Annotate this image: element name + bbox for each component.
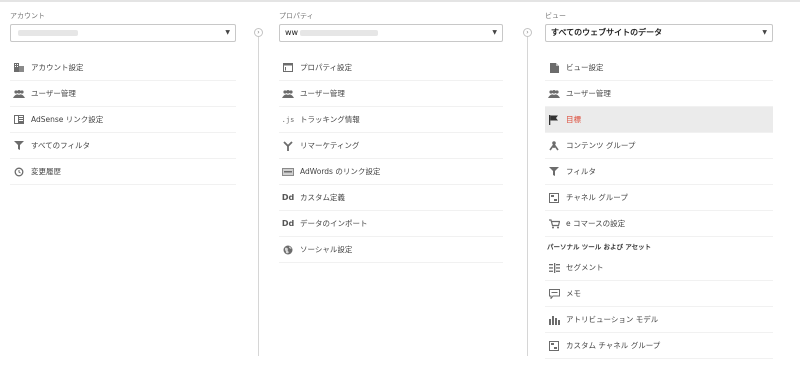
property-icon bbox=[282, 63, 294, 73]
adwords-link-settings[interactable]: AdWords のリンク設定 bbox=[279, 159, 503, 185]
content-group-icon bbox=[548, 140, 560, 151]
property-item-label: ソーシャル設定 bbox=[300, 245, 353, 254]
history-icon bbox=[13, 167, 25, 177]
property-menu: プロパティ設定 ユーザー管理 .js トラッキング情報 リマーケティング AdW… bbox=[279, 55, 503, 263]
account-item-label: 変更履歴 bbox=[31, 167, 61, 176]
custom-definitions-link[interactable]: Dd カスタム定義 bbox=[279, 185, 503, 211]
segment-icon bbox=[548, 262, 560, 273]
view-item-label: メモ bbox=[566, 289, 581, 298]
tracking-info-link[interactable]: .js トラッキング情報 bbox=[279, 107, 503, 133]
property-select[interactable]: ww ▼ bbox=[279, 24, 503, 42]
view-item-label: ビュー設定 bbox=[566, 63, 604, 72]
property-item-label: リマーケティング bbox=[300, 141, 360, 150]
property-user-management-link[interactable]: ユーザー管理 bbox=[279, 81, 503, 107]
view-item-label: ユーザー管理 bbox=[566, 89, 611, 98]
account-item-label: すべてのフィルタ bbox=[31, 141, 91, 150]
account-label: アカウント bbox=[10, 12, 45, 20]
users-icon bbox=[13, 89, 25, 99]
view-filters-link[interactable]: フィルタ bbox=[545, 159, 773, 185]
annotations-link[interactable]: メモ bbox=[545, 281, 773, 307]
top-border bbox=[0, 0, 800, 2]
property-item-label: AdWords のリンク設定 bbox=[300, 167, 381, 176]
view-item-label: セグメント bbox=[566, 263, 604, 272]
property-label: プロパティ bbox=[279, 12, 314, 20]
document-icon bbox=[548, 62, 560, 73]
globe-icon bbox=[282, 245, 294, 255]
view-settings-link[interactable]: ビュー設定 bbox=[545, 55, 773, 81]
account-item-label: ユーザー管理 bbox=[31, 89, 76, 98]
property-item-label: カスタム定義 bbox=[300, 193, 345, 202]
account-menu: アカウント設定 ユーザー管理 AdSense リンク設定 すべてのフィルタ 変更… bbox=[10, 55, 236, 185]
view-menu: ビュー設定 ユーザー管理 目標 コンテンツ グループ フィルタ チャネル グルー… bbox=[545, 55, 773, 237]
remarketing-icon bbox=[282, 140, 294, 151]
property-select-value: ww bbox=[285, 28, 299, 37]
bar-chart-icon bbox=[548, 315, 560, 325]
cart-icon bbox=[548, 218, 560, 229]
attribution-models-link[interactable]: アトリビューション モデル bbox=[545, 307, 773, 333]
flag-icon bbox=[548, 114, 560, 125]
personal-tools-menu: セグメント メモ アトリビューション モデル カスタム チャネル グループ bbox=[545, 255, 773, 359]
property-item-label: トラッキング情報 bbox=[300, 115, 360, 124]
chevron-down-icon: ▼ bbox=[225, 29, 230, 36]
view-select-value: すべてのウェブサイトのデータ bbox=[551, 28, 663, 37]
view-label: ビュー bbox=[545, 12, 566, 20]
view-item-label: 目標 bbox=[566, 115, 581, 124]
all-filters-link[interactable]: すべてのフィルタ bbox=[10, 133, 236, 159]
goals-link[interactable]: 目標 bbox=[545, 107, 773, 133]
column-divider bbox=[527, 34, 528, 356]
property-item-label: データのインポート bbox=[300, 219, 368, 228]
chevron-down-icon: ▼ bbox=[762, 29, 767, 36]
account-column: アカウント ▼ アカウント設定 ユーザー管理 AdSense リンク設定 すべて… bbox=[10, 10, 236, 185]
view-user-management-link[interactable]: ユーザー管理 bbox=[545, 81, 773, 107]
adsense-link-settings[interactable]: AdSense リンク設定 bbox=[10, 107, 236, 133]
channel-groups-link[interactable]: チャネル グループ bbox=[545, 185, 773, 211]
filter-icon bbox=[548, 167, 560, 177]
property-column: プロパティ ww ▼ プロパティ設定 ユーザー管理 .js トラッキング情報 リ… bbox=[279, 10, 503, 263]
view-item-label: e コマースの設定 bbox=[566, 219, 626, 228]
view-column: ビュー すべてのウェブサイトのデータ ▼ ビュー設定 ユーザー管理 目標 コンテ… bbox=[545, 10, 773, 359]
users-icon bbox=[282, 89, 294, 99]
change-history-link[interactable]: 変更履歴 bbox=[10, 159, 236, 185]
segments-link[interactable]: セグメント bbox=[545, 255, 773, 281]
view-item-label: アトリビューション モデル bbox=[566, 315, 659, 324]
redacted-property-name bbox=[300, 29, 379, 36]
chevron-right-icon: › bbox=[523, 28, 532, 37]
custom-channel-groups-link[interactable]: カスタム チャネル グループ bbox=[545, 333, 773, 359]
account-select[interactable]: ▼ bbox=[10, 24, 236, 42]
building-icon bbox=[13, 63, 25, 73]
account-item-label: AdSense リンク設定 bbox=[31, 115, 104, 124]
dd-icon: Dd bbox=[281, 219, 295, 228]
view-select[interactable]: すべてのウェブサイトのデータ ▼ bbox=[545, 24, 773, 42]
view-item-label: チャネル グループ bbox=[566, 193, 628, 202]
column-divider bbox=[258, 34, 259, 356]
property-item-label: ユーザー管理 bbox=[300, 89, 345, 98]
account-settings-link[interactable]: アカウント設定 bbox=[10, 55, 236, 81]
channel-icon bbox=[548, 192, 560, 203]
chevron-down-icon: ▼ bbox=[492, 29, 497, 36]
personal-tools-heading: パーソナル ツール および アセット bbox=[547, 243, 652, 251]
view-item-label: カスタム チャネル グループ bbox=[566, 341, 661, 350]
adsense-icon bbox=[13, 115, 25, 125]
property-settings-link[interactable]: プロパティ設定 bbox=[279, 55, 503, 81]
account-user-management-link[interactable]: ユーザー管理 bbox=[10, 81, 236, 107]
account-item-label: アカウント設定 bbox=[31, 63, 84, 72]
social-settings-link[interactable]: ソーシャル設定 bbox=[279, 237, 503, 263]
adwords-icon bbox=[282, 167, 294, 177]
remarketing-link[interactable]: リマーケティング bbox=[279, 133, 503, 159]
filter-icon bbox=[13, 141, 25, 151]
data-import-link[interactable]: Dd データのインポート bbox=[279, 211, 503, 237]
memo-icon bbox=[548, 288, 560, 299]
users-icon bbox=[548, 89, 560, 99]
view-item-label: フィルタ bbox=[566, 167, 596, 176]
view-item-label: コンテンツ グループ bbox=[566, 141, 636, 150]
redacted-account-name bbox=[18, 29, 78, 36]
content-groups-link[interactable]: コンテンツ グループ bbox=[545, 133, 773, 159]
property-item-label: プロパティ設定 bbox=[300, 63, 353, 72]
chevron-right-icon: › bbox=[254, 28, 263, 37]
channel-icon bbox=[548, 340, 560, 351]
dd-icon: Dd bbox=[281, 193, 295, 202]
ecommerce-settings-link[interactable]: e コマースの設定 bbox=[545, 211, 773, 237]
js-icon: .js bbox=[281, 115, 295, 124]
